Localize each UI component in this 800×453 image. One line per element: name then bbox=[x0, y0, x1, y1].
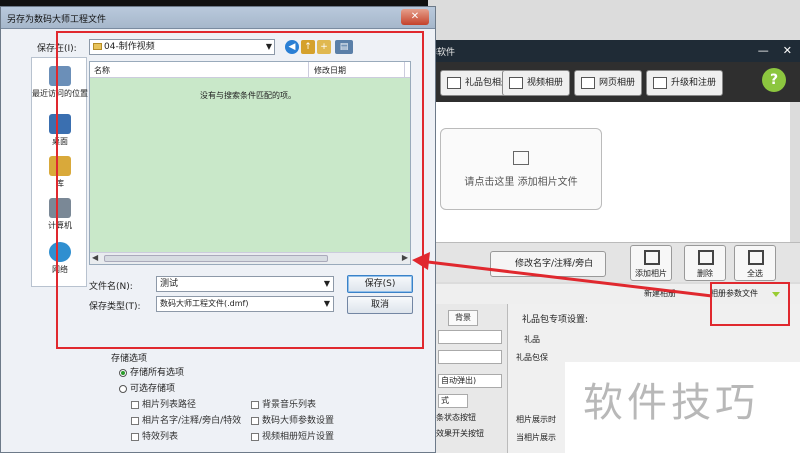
tab-web-album[interactable]: 网页相册 bbox=[574, 70, 643, 96]
gift-row-1: 礼品 bbox=[524, 335, 540, 344]
film-icon bbox=[509, 76, 523, 89]
view-menu-icon[interactable]: ▤ bbox=[335, 40, 353, 54]
column-modified[interactable]: 修改日期 bbox=[314, 65, 346, 76]
edit-caption-button[interactable]: 修改名字/注释/旁白 bbox=[490, 251, 606, 277]
back-icon[interactable]: ◀ bbox=[285, 40, 299, 54]
check-effects[interactable]: 特效列表 bbox=[131, 429, 178, 442]
computer-icon bbox=[49, 198, 71, 218]
add-photo-drop-area[interactable]: 请点击这里 添加相片文件 bbox=[440, 128, 602, 210]
status-button-label: 条状态按钮 bbox=[436, 413, 476, 422]
new-album-link[interactable]: 新建相册 bbox=[644, 288, 676, 299]
upgrade-icon bbox=[653, 76, 667, 89]
add-photo-icon bbox=[513, 151, 529, 165]
save-button[interactable]: 保存(S) bbox=[347, 275, 413, 293]
library-icon bbox=[49, 156, 71, 176]
tab-video-album[interactable]: 视频相册 bbox=[502, 70, 571, 96]
close-icon[interactable]: ✕ bbox=[783, 44, 792, 57]
scroll-thumb[interactable] bbox=[104, 255, 328, 262]
photo-toolbar: 修改名字/注释/旁白 添加相片 删除 全选 bbox=[428, 242, 800, 282]
photo-display-label: 相片展示时 bbox=[516, 415, 556, 424]
radio-optional[interactable]: 可选存储项 bbox=[119, 381, 175, 394]
filename-input[interactable]: 测试 ▼ bbox=[156, 276, 334, 292]
style-select[interactable]: 式 bbox=[438, 394, 468, 408]
add-photo-button[interactable]: 添加相片 bbox=[630, 245, 672, 281]
save-in-select[interactable]: 04-制作视频 ▼ bbox=[89, 39, 275, 55]
effect-toggle-label: 效果开关按钮 bbox=[436, 429, 484, 438]
check-bg-music[interactable]: 背景音乐列表 bbox=[251, 397, 316, 410]
trash-icon bbox=[698, 250, 714, 265]
chevron-down-icon: ▼ bbox=[265, 42, 272, 51]
drop-area-text: 请点击这里 添加相片文件 bbox=[464, 177, 578, 188]
dialog-title: 另存为数码大师工程文件 bbox=[7, 15, 107, 25]
place-computer[interactable]: 计算机 bbox=[32, 198, 88, 231]
minimize-icon[interactable]: — bbox=[758, 44, 769, 57]
file-list[interactable]: 名称 修改日期 没有与搜索条件匹配的项。 ◀ ▶ bbox=[89, 61, 411, 265]
folder-icon bbox=[93, 43, 102, 50]
window-controls: — ✕ bbox=[744, 44, 792, 57]
dialog-title-bar: 另存为数码大师工程文件 ✕ bbox=[1, 7, 435, 29]
when-display-label: 当相片展示 bbox=[516, 433, 556, 442]
save-in-label: 保存在(I): bbox=[37, 44, 77, 54]
close-button[interactable]: ✕ bbox=[401, 9, 429, 25]
setting-select-1[interactable] bbox=[438, 330, 502, 344]
check-video-settings[interactable]: 视频相册短片设置 bbox=[251, 429, 334, 442]
app-tab-bar: 礼品包相册 视频相册 网页相册 升级和注册 ? bbox=[428, 62, 800, 102]
gift-row-2: 礼品包保 bbox=[516, 353, 548, 362]
new-folder-icon[interactable]: + bbox=[317, 40, 331, 54]
gift-icon bbox=[447, 76, 461, 89]
annotation-highlight-box bbox=[710, 282, 790, 326]
place-library[interactable]: 库 bbox=[32, 156, 88, 189]
check-photo-captions[interactable]: 相片名字/注释/旁白/特效 bbox=[131, 413, 241, 426]
browser-icon bbox=[581, 76, 595, 89]
left-settings: 背景 自动弹出) 式 条状态按钮 效果开关按钮 bbox=[428, 304, 508, 453]
cancel-button[interactable]: 取消 bbox=[347, 296, 413, 314]
chevron-down-icon[interactable]: ▼ bbox=[324, 277, 330, 291]
grid-icon bbox=[748, 250, 764, 265]
gift-settings-label: 礼品包专项设置: bbox=[522, 315, 589, 325]
storage-options-group: 存储选项 存储所有选项 可选存储项 相片列表路径 背景音乐列表 相片名字/注释/… bbox=[105, 351, 345, 451]
app-title-bar: 作软件 — ✕ bbox=[428, 40, 800, 62]
place-network[interactable]: 网络 bbox=[32, 242, 88, 275]
check-master-params[interactable]: 数码大师参数设置 bbox=[251, 413, 334, 426]
place-desktop[interactable]: 桌面 bbox=[32, 114, 88, 147]
empty-message: 没有与搜索条件匹配的项。 bbox=[200, 91, 296, 100]
radio-store-all[interactable]: 存储所有选项 bbox=[119, 365, 184, 378]
filename-label: 文件名(N): bbox=[89, 282, 133, 292]
scroll-right-icon[interactable]: ▶ bbox=[402, 253, 408, 262]
tab-background[interactable]: 背景 bbox=[448, 310, 478, 326]
watermark: 软件技巧 bbox=[565, 362, 800, 453]
place-recent[interactable]: 最近访问的位置 bbox=[32, 66, 88, 99]
chevron-down-icon: ▼ bbox=[323, 299, 330, 308]
check-photo-path[interactable]: 相片列表路径 bbox=[131, 397, 196, 410]
save-as-dialog: 另存为数码大师工程文件 ✕ 保存在(I): 04-制作视频 ▼ ◀ ↑ + ▤ … bbox=[0, 6, 436, 453]
storage-options-title: 存储选项 bbox=[109, 351, 150, 364]
recent-places-icon bbox=[49, 66, 71, 86]
select-all-button[interactable]: 全选 bbox=[734, 245, 776, 281]
setting-select-2[interactable] bbox=[438, 350, 502, 364]
file-list-header: 名称 修改日期 bbox=[90, 62, 410, 78]
delete-button[interactable]: 删除 bbox=[684, 245, 726, 281]
up-folder-icon[interactable]: ↑ bbox=[301, 40, 315, 54]
filetype-select[interactable]: 数码大师工程文件(.dmf) ▼ bbox=[156, 296, 334, 312]
scroll-left-icon[interactable]: ◀ bbox=[92, 253, 98, 262]
desktop-icon bbox=[49, 114, 71, 134]
places-bar: 最近访问的位置 桌面 库 计算机 网络 bbox=[31, 57, 88, 287]
tab-upgrade[interactable]: 升级和注册 bbox=[646, 70, 724, 96]
network-icon bbox=[49, 242, 71, 262]
add-photo-icon bbox=[644, 250, 660, 265]
horizontal-scrollbar[interactable]: ◀ ▶ bbox=[90, 252, 410, 264]
help-button[interactable]: ? bbox=[762, 68, 786, 92]
auto-popup-select[interactable]: 自动弹出) bbox=[438, 374, 502, 388]
column-name[interactable]: 名称 bbox=[94, 65, 110, 76]
filetype-label: 保存类型(T): bbox=[89, 302, 141, 312]
